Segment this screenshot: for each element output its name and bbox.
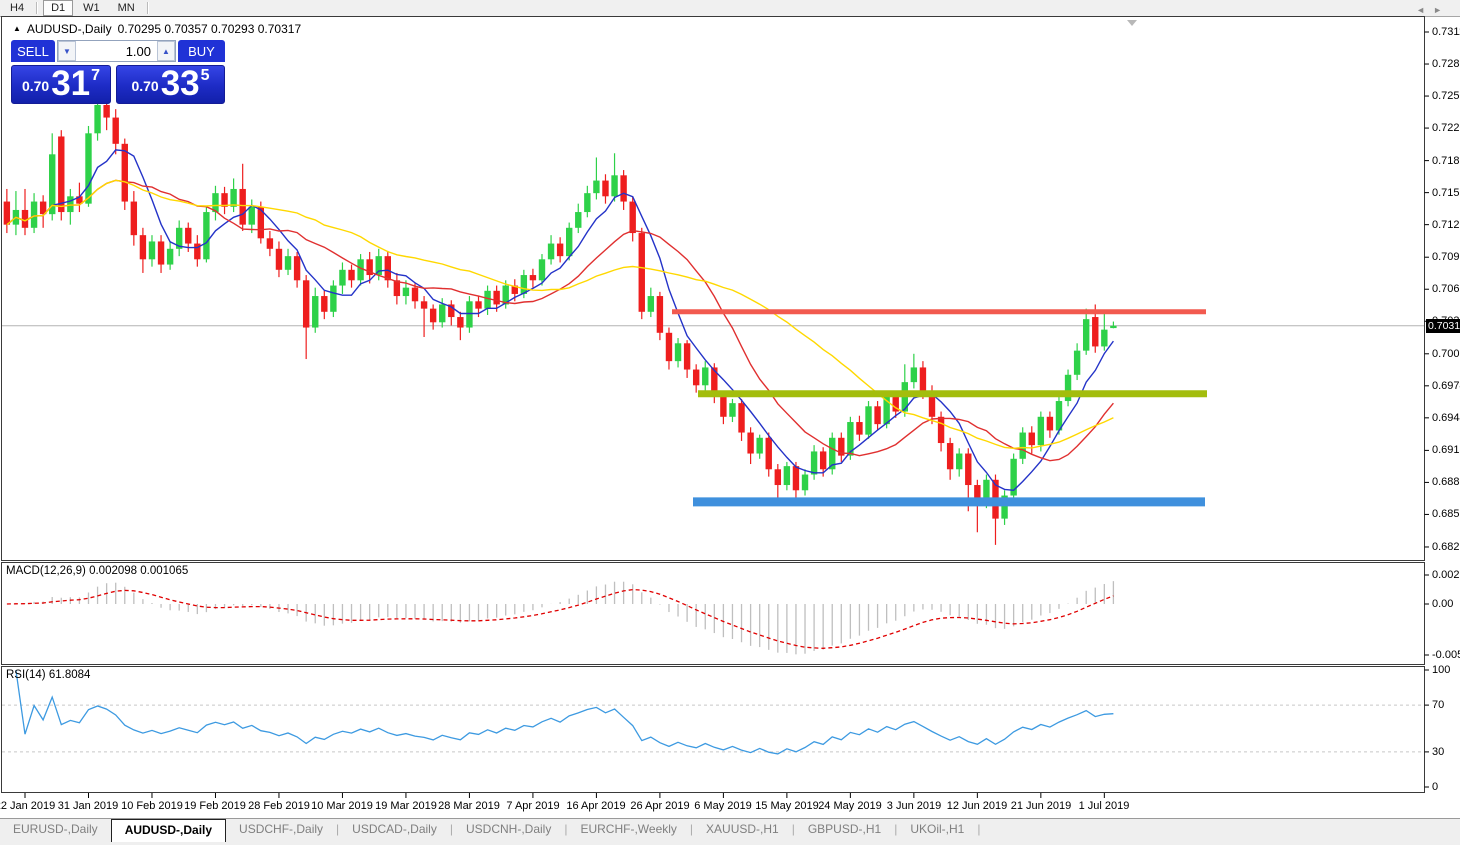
price-axis-label: 0.72810 [1432, 58, 1460, 70]
buy-price-digits: 33 [161, 66, 200, 102]
volume-decrease-button[interactable]: ▼ [58, 41, 76, 61]
date-axis-label: 26 Apr 2019 [624, 800, 696, 812]
date-axis-label: 15 May 2019 [751, 800, 823, 812]
chart-canvas[interactable] [0, 0, 1460, 845]
rsi-axis-label: 30 [1432, 746, 1444, 758]
date-axis-label: 6 May 2019 [687, 800, 759, 812]
rsi-axis-label: 70 [1432, 699, 1444, 711]
date-axis-label: 19 Feb 2019 [179, 800, 251, 812]
trading-terminal-window: H4D1W1MN ▲ AUDUSD-,Daily 0.70295 0.70357… [0, 0, 1460, 845]
date-axis-label: 10 Mar 2019 [306, 800, 378, 812]
macd-axis-label: 0.002984 [1432, 569, 1460, 581]
sell-button[interactable]: SELL [11, 40, 55, 62]
buy-price-prefix: 0.70 [131, 78, 158, 94]
moving-averages-layer [7, 150, 1114, 490]
price-axis-label: 0.71890 [1432, 155, 1460, 167]
symbol-label: AUDUSD-,Daily [27, 22, 112, 36]
date-axis-label: 12 Jun 2019 [941, 800, 1013, 812]
tab-scroll-arrows[interactable]: ◄► [1416, 5, 1450, 15]
sell-price-pip: 7 [91, 67, 100, 85]
price-axis-label: 0.71280 [1432, 219, 1460, 231]
chart-header: ▲ AUDUSD-,Daily 0.70295 0.70357 0.70293 … [13, 22, 301, 36]
candles-layer [4, 94, 1117, 544]
date-axis-label: 31 Jan 2019 [52, 800, 124, 812]
tab-eurchf-weekly[interactable]: EURCHF-,Weekly [567, 819, 689, 839]
tab-usdchf-daily[interactable]: USDCHF-,Daily [226, 819, 336, 839]
price-axis-label: 0.70050 [1432, 348, 1460, 360]
price-axis-label: 0.72200 [1432, 122, 1460, 134]
rsi-layer [2, 670, 1425, 754]
price-axis-label: 0.72505 [1432, 90, 1460, 102]
tab-separator: | [977, 819, 980, 839]
volume-stepper: ▼ ▲ [57, 40, 176, 62]
sell-price-box[interactable]: 0.70 31 7 [11, 65, 111, 104]
last-bar-marker-icon [1127, 20, 1137, 26]
date-axis-label: 3 Jun 2019 [878, 800, 950, 812]
buy-price-box[interactable]: 0.70 33 5 [116, 65, 225, 104]
date-axis-label: 21 Jun 2019 [1005, 800, 1077, 812]
volume-input[interactable] [76, 41, 157, 61]
volume-increase-button[interactable]: ▲ [157, 41, 175, 61]
rsi-axis-label: 0 [1432, 781, 1438, 793]
tab-usdcnh-daily[interactable]: USDCNH-,Daily [453, 819, 564, 839]
macd-layer [7, 581, 1114, 654]
symbol-triangle-icon: ▲ [13, 24, 21, 33]
price-axis-label: 0.70665 [1432, 283, 1460, 295]
date-axis-label: 24 May 2019 [814, 800, 886, 812]
tab-gbpusd-h1[interactable]: GBPUSD-,H1 [795, 819, 894, 839]
date-axis-label: 28 Feb 2019 [243, 800, 315, 812]
tab-eurusd-daily[interactable]: EURUSD-,Daily [0, 819, 111, 839]
price-axis-label: 0.73115 [1432, 26, 1460, 38]
current-price-marker: 0.70317 [1426, 319, 1460, 333]
date-axis-label: 19 Mar 2019 [370, 800, 442, 812]
price-axis-label: 0.70970 [1432, 251, 1460, 263]
buy-button[interactable]: BUY [178, 40, 225, 62]
date-axis-label: 1 Jul 2019 [1068, 800, 1140, 812]
sell-price-prefix: 0.70 [22, 78, 49, 94]
date-axis-label: 16 Apr 2019 [560, 800, 632, 812]
price-axis-label: 0.68210 [1432, 541, 1460, 553]
axis-ticks [25, 32, 1429, 798]
price-axis-label: 0.68825 [1432, 476, 1460, 488]
sell-price-digits: 31 [51, 66, 90, 102]
date-axis-label: 10 Feb 2019 [116, 800, 188, 812]
macd-axis-label: -0.005256 [1432, 649, 1460, 661]
tab-usdcad-daily[interactable]: USDCAD-,Daily [339, 819, 450, 839]
buy-price-pip: 5 [201, 67, 210, 85]
trade-panel-top-row: SELL ▼ ▲ BUY [11, 40, 225, 62]
price-axis-label: 0.69745 [1432, 380, 1460, 392]
rsi-label: RSI(14) 61.8084 [6, 669, 90, 681]
tab-audusd-daily[interactable]: AUDUSD-,Daily [111, 819, 226, 842]
chart-tab-bar: EURUSD-,DailyAUDUSD-,DailyUSDCHF-,Daily |… [0, 818, 1460, 845]
ohlc-values: 0.70295 0.70357 0.70293 0.70317 [118, 22, 302, 36]
tab-xauusd-h1[interactable]: XAUUSD-,H1 [693, 819, 792, 839]
rsi-axis-label: 100 [1432, 664, 1450, 676]
one-click-trade-panel: SELL ▼ ▲ BUY 0.70 31 7 0.70 33 5 [11, 40, 225, 104]
price-axis-label: 0.69130 [1432, 444, 1460, 456]
price-axis-label: 0.68520 [1432, 508, 1460, 520]
tab-ukoil-h1[interactable]: UKOil-,H1 [897, 819, 977, 839]
macd-axis-label: 0.00 [1432, 598, 1453, 610]
support-resistance-lines [672, 312, 1207, 502]
macd-label: MACD(12,26,9) 0.002098 0.001065 [6, 565, 188, 577]
date-axis-label: 7 Apr 2019 [497, 800, 569, 812]
pane-borders [2, 17, 1425, 793]
date-axis-label: 28 Mar 2019 [433, 800, 505, 812]
price-axis-label: 0.69440 [1432, 412, 1460, 424]
price-axis-label: 0.71585 [1432, 187, 1460, 199]
